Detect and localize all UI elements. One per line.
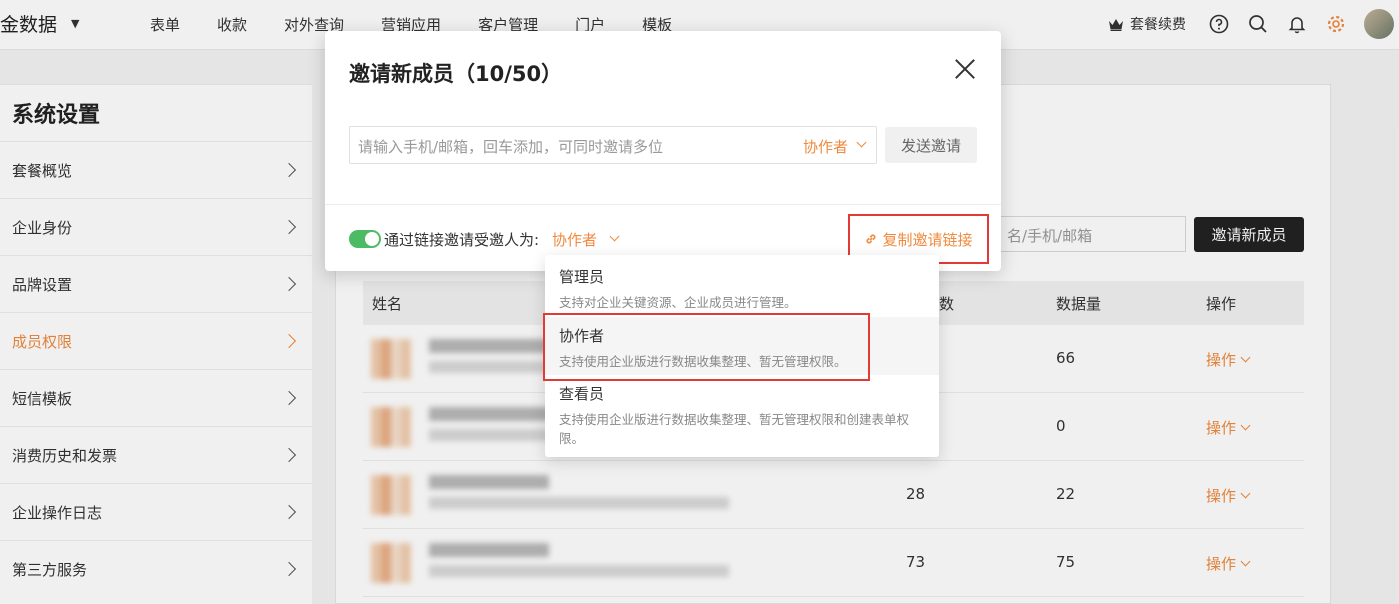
role-option-title: 查看员 bbox=[559, 385, 605, 403]
invite-member-dialog: 邀请新成员（10/50） 请输入手机/邮箱，回车添加，可同时邀请多位 协作者 发… bbox=[325, 31, 1001, 271]
highlight-box bbox=[543, 313, 870, 381]
role-option-viewer[interactable]: 查看员 支持使用企业版进行数据收集整理、暂无管理权限和创建表单权限。 bbox=[545, 383, 939, 449]
copy-invite-link-label: 复制邀请链接 bbox=[882, 230, 973, 249]
invitee-input-placeholder: 请输入手机/邮箱，回车添加，可同时邀请多位 bbox=[358, 138, 664, 156]
link-invite-label: 通过链接邀请受邀人为: bbox=[384, 231, 540, 249]
send-invite-button[interactable]: 发送邀请 bbox=[885, 127, 977, 163]
role-option-description: 支持使用企业版进行数据收集整理、暂无管理权限和创建表单权限。 bbox=[559, 412, 910, 446]
role-option-admin[interactable]: 管理员 支持对企业关键资源、企业成员进行管理。 bbox=[545, 266, 939, 318]
dialog-title: 邀请新成员（10/50） bbox=[349, 62, 563, 86]
close-icon[interactable] bbox=[953, 57, 977, 81]
link-invite-toggle[interactable] bbox=[349, 230, 381, 248]
chevron-down-icon[interactable] bbox=[856, 137, 867, 148]
divider bbox=[325, 204, 1001, 205]
role-option-title: 管理员 bbox=[559, 268, 605, 286]
chevron-down-icon[interactable] bbox=[609, 231, 620, 242]
invitee-input[interactable]: 请输入手机/邮箱，回车添加，可同时邀请多位 协作者 bbox=[349, 126, 877, 164]
link-icon bbox=[866, 234, 877, 244]
role-option-description: 支持对企业关键资源、企业成员进行管理。 bbox=[559, 295, 797, 310]
invite-role-select[interactable]: 协作者 bbox=[803, 136, 848, 157]
link-role-select[interactable]: 协作者 bbox=[552, 229, 597, 250]
